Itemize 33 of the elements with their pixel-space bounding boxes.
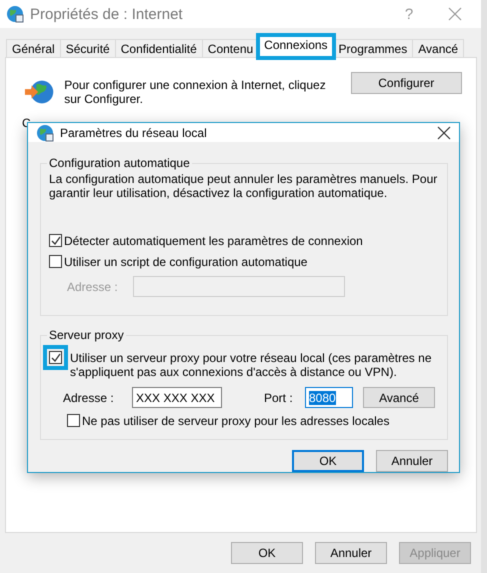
tab[interactable]: Avancé: [412, 39, 464, 57]
dialog-button[interactable]: OK: [292, 450, 364, 472]
checkbox[interactable]: [67, 414, 80, 427]
port-field[interactable]: 8080: [305, 387, 353, 408]
field-label: Adresse :: [62, 390, 115, 404]
checkbox[interactable]: [49, 351, 62, 364]
configure-button[interactable]: Configurer: [350, 72, 462, 94]
description-text: La configuration automatique peut annuler les paramètres manuels. Pour garantir leur utilisation, désactivez la configuration automatique.: [49, 172, 438, 200]
checkbox-label: Détecter automatiquement les paramètres de connexion: [64, 234, 363, 248]
dialog-button[interactable]: Annuler: [315, 542, 387, 564]
advanced-button[interactable]: Avancé: [363, 387, 435, 408]
checkbox[interactable]: [49, 255, 62, 268]
dialog-button[interactable]: OK: [231, 542, 303, 564]
tab[interactable]: Général: [6, 39, 61, 57]
checkbox-label: Utiliser un serveur proxy pour votre réseau local (ces paramètres ne s'appliquent pas aux connexions d'accès à distance ou VPN).: [70, 351, 432, 379]
dialog-button[interactable]: Annuler: [376, 450, 448, 472]
address-field[interactable]: [133, 276, 345, 297]
setup-text: Pour configurer une connexion à Internet, cliquez sur Configurer.: [64, 77, 327, 106]
field-label: Port :: [263, 390, 294, 404]
checkbox-label: Utiliser un script de configuration automatique: [64, 255, 308, 269]
checkmark-icon: [50, 352, 60, 362]
field-label: Adresse :: [66, 280, 119, 294]
dialog-title: Paramètres du réseau local: [60, 126, 208, 140]
group-title: Configuration automatique: [48, 156, 191, 170]
checkbox-label: Ne pas utiliser de serveur proxy pour les adresses locales: [82, 414, 390, 428]
globe-icon: [6, 5, 24, 23]
address-field[interactable]: XXX XXX XXX: [132, 387, 222, 408]
window-title: Propriétés de : Internet: [30, 6, 184, 22]
checkbox[interactable]: [49, 234, 62, 247]
close-icon[interactable]: [437, 126, 451, 140]
checkmark-icon: [50, 236, 60, 246]
tab[interactable]: Connexions: [258, 35, 334, 57]
group-title: Serveur proxy: [48, 328, 125, 342]
